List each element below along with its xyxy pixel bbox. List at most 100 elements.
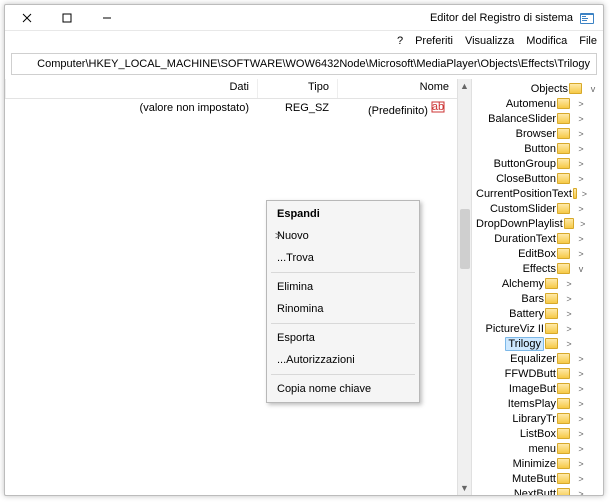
close-button[interactable] [7, 6, 47, 30]
ctx-delete[interactable]: Elimina [267, 276, 419, 298]
folder-icon [557, 443, 570, 454]
tree-node[interactable]: v Effects [476, 261, 603, 276]
tree-node[interactable]: <LibraryTr [476, 411, 603, 426]
tree-label: ButtonGroup [494, 158, 556, 170]
expander-icon[interactable]: < [582, 188, 587, 200]
expander-icon[interactable]: < [575, 158, 587, 170]
tree-label: CustomSlider [490, 203, 556, 215]
expander-icon[interactable]: < [575, 113, 587, 125]
col-data[interactable]: Dati [5, 79, 257, 98]
tree-node[interactable]: < CustomSlider [476, 201, 603, 216]
ctx-new[interactable]: Nuovo [267, 225, 419, 247]
tree-node[interactable]: v Objects [476, 81, 603, 96]
expander-icon[interactable]: < [575, 248, 587, 260]
scroll-up-icon[interactable]: ▲ [458, 79, 471, 93]
tree-node[interactable]: <NextButt [476, 486, 603, 495]
expander-icon[interactable]: < [575, 428, 587, 440]
tree-node[interactable]: < CurrentPositionText [476, 186, 603, 201]
svg-text:ab: ab [432, 101, 444, 113]
tree-node[interactable]: <ListBox [476, 426, 603, 441]
tree-node[interactable]: <MuteButt [476, 471, 603, 486]
expander-icon[interactable]: < [575, 98, 587, 110]
tree-label: Automenu [506, 98, 556, 110]
tree-node[interactable]: <ImageBut [476, 381, 603, 396]
tree-node[interactable]: <BalanceSlider [476, 111, 603, 126]
tree-node[interactable]: <Trilogy [476, 336, 603, 351]
ctx-copykey[interactable]: Copia nome chiave [267, 378, 419, 400]
menu-favorites[interactable]: Preferiti [415, 35, 453, 47]
value-row[interactable]: ab (Predefinito) REG_SZ (valore non impo… [5, 99, 457, 117]
tree-node[interactable]: <ItemsPlay [476, 396, 603, 411]
menu-view[interactable]: Visualizza [465, 35, 514, 47]
tree-node[interactable]: <DropDownPlaylist [476, 216, 603, 231]
tree-node[interactable]: <Battery [476, 306, 603, 321]
folder-icon [557, 143, 570, 154]
ctx-expand[interactable]: Espandi [267, 203, 419, 225]
expander-icon[interactable]: < [563, 293, 575, 305]
expander-icon[interactable]: < [575, 203, 587, 215]
ctx-permissions[interactable]: Autorizzazioni... [267, 349, 419, 371]
tree-label: CloseButton [496, 173, 556, 185]
expander-icon[interactable]: < [563, 278, 575, 290]
tree-scrollbar[interactable]: ▲ ▼ [458, 79, 472, 495]
tree-node[interactable]: <Browser [476, 126, 603, 141]
tree-label: FFWDButt [505, 368, 556, 380]
address-bar[interactable]: Computer\HKEY_LOCAL_MACHINE\SOFTWARE\WOW… [11, 53, 597, 75]
ctx-export[interactable]: Esporta [267, 327, 419, 349]
expander-icon[interactable]: v [575, 263, 587, 275]
menu-help[interactable]: ? [397, 35, 403, 47]
tree-node[interactable]: < CloseButton [476, 171, 603, 186]
expander-icon[interactable]: < [575, 443, 587, 455]
scroll-thumb[interactable] [460, 209, 470, 269]
expander-icon[interactable]: v [587, 83, 599, 95]
tree-node[interactable]: <Equalizer [476, 351, 603, 366]
folder-icon [545, 338, 558, 349]
tree-node[interactable]: <menu [476, 441, 603, 456]
minimize-button[interactable] [87, 6, 127, 30]
expander-icon[interactable]: < [575, 173, 587, 185]
folder-icon [557, 173, 570, 184]
menu-file[interactable]: File [579, 35, 597, 47]
tree-node[interactable]: < Minimize [476, 456, 603, 471]
col-type[interactable]: Tipo [257, 79, 337, 98]
tree-pane[interactable]: ▲ ▼ v Objects < Automenu<BalanceSlider<Brow… [457, 79, 603, 495]
expander-icon[interactable]: < [575, 233, 587, 245]
tree-node[interactable]: <Bars [476, 291, 603, 306]
tree-node[interactable]: <Button [476, 141, 603, 156]
expander-icon[interactable]: < [575, 488, 587, 496]
tree-node[interactable]: < Automenu [476, 96, 603, 111]
expander-icon[interactable]: < [563, 308, 575, 320]
expander-icon[interactable]: < [575, 413, 587, 425]
tree-node[interactable]: <DurationText [476, 231, 603, 246]
expander-icon[interactable]: < [575, 383, 587, 395]
tree-node[interactable]: < EditBox [476, 246, 603, 261]
tree-node[interactable]: <Alchemy [476, 276, 603, 291]
expander-icon[interactable]: < [575, 458, 587, 470]
tree-node[interactable]: < FFWDButt [476, 366, 603, 381]
expander-icon[interactable]: < [563, 338, 575, 350]
tree-label: Minimize [513, 458, 556, 470]
scroll-down-icon[interactable]: ▼ [458, 481, 471, 495]
expander-icon[interactable]: < [575, 353, 587, 365]
expander-icon[interactable]: < [575, 368, 587, 380]
tree-label: CurrentPositionText [476, 188, 572, 200]
folder-icon [545, 278, 558, 289]
tree-node[interactable]: < ButtonGroup [476, 156, 603, 171]
tree-node[interactable]: <PictureViz II [476, 321, 603, 336]
maximize-button[interactable] [47, 6, 87, 30]
expander-icon[interactable]: < [575, 398, 587, 410]
expander-icon[interactable]: < [579, 218, 587, 230]
tree-label: Effects [523, 263, 556, 275]
folder-icon [569, 83, 582, 94]
expander-icon[interactable]: < [575, 473, 587, 485]
tree-label: EditBox [518, 248, 556, 260]
expander-icon[interactable]: < [575, 128, 587, 140]
tree-label: Objects [531, 83, 568, 95]
value-name: ab (Predefinito) [337, 100, 457, 117]
ctx-rename[interactable]: Rinomina [267, 298, 419, 320]
menu-edit[interactable]: Modifica [526, 35, 567, 47]
expander-icon[interactable]: < [575, 143, 587, 155]
ctx-find[interactable]: Trova... [267, 247, 419, 269]
col-name[interactable]: Nome [337, 79, 457, 98]
expander-icon[interactable]: < [563, 323, 575, 335]
